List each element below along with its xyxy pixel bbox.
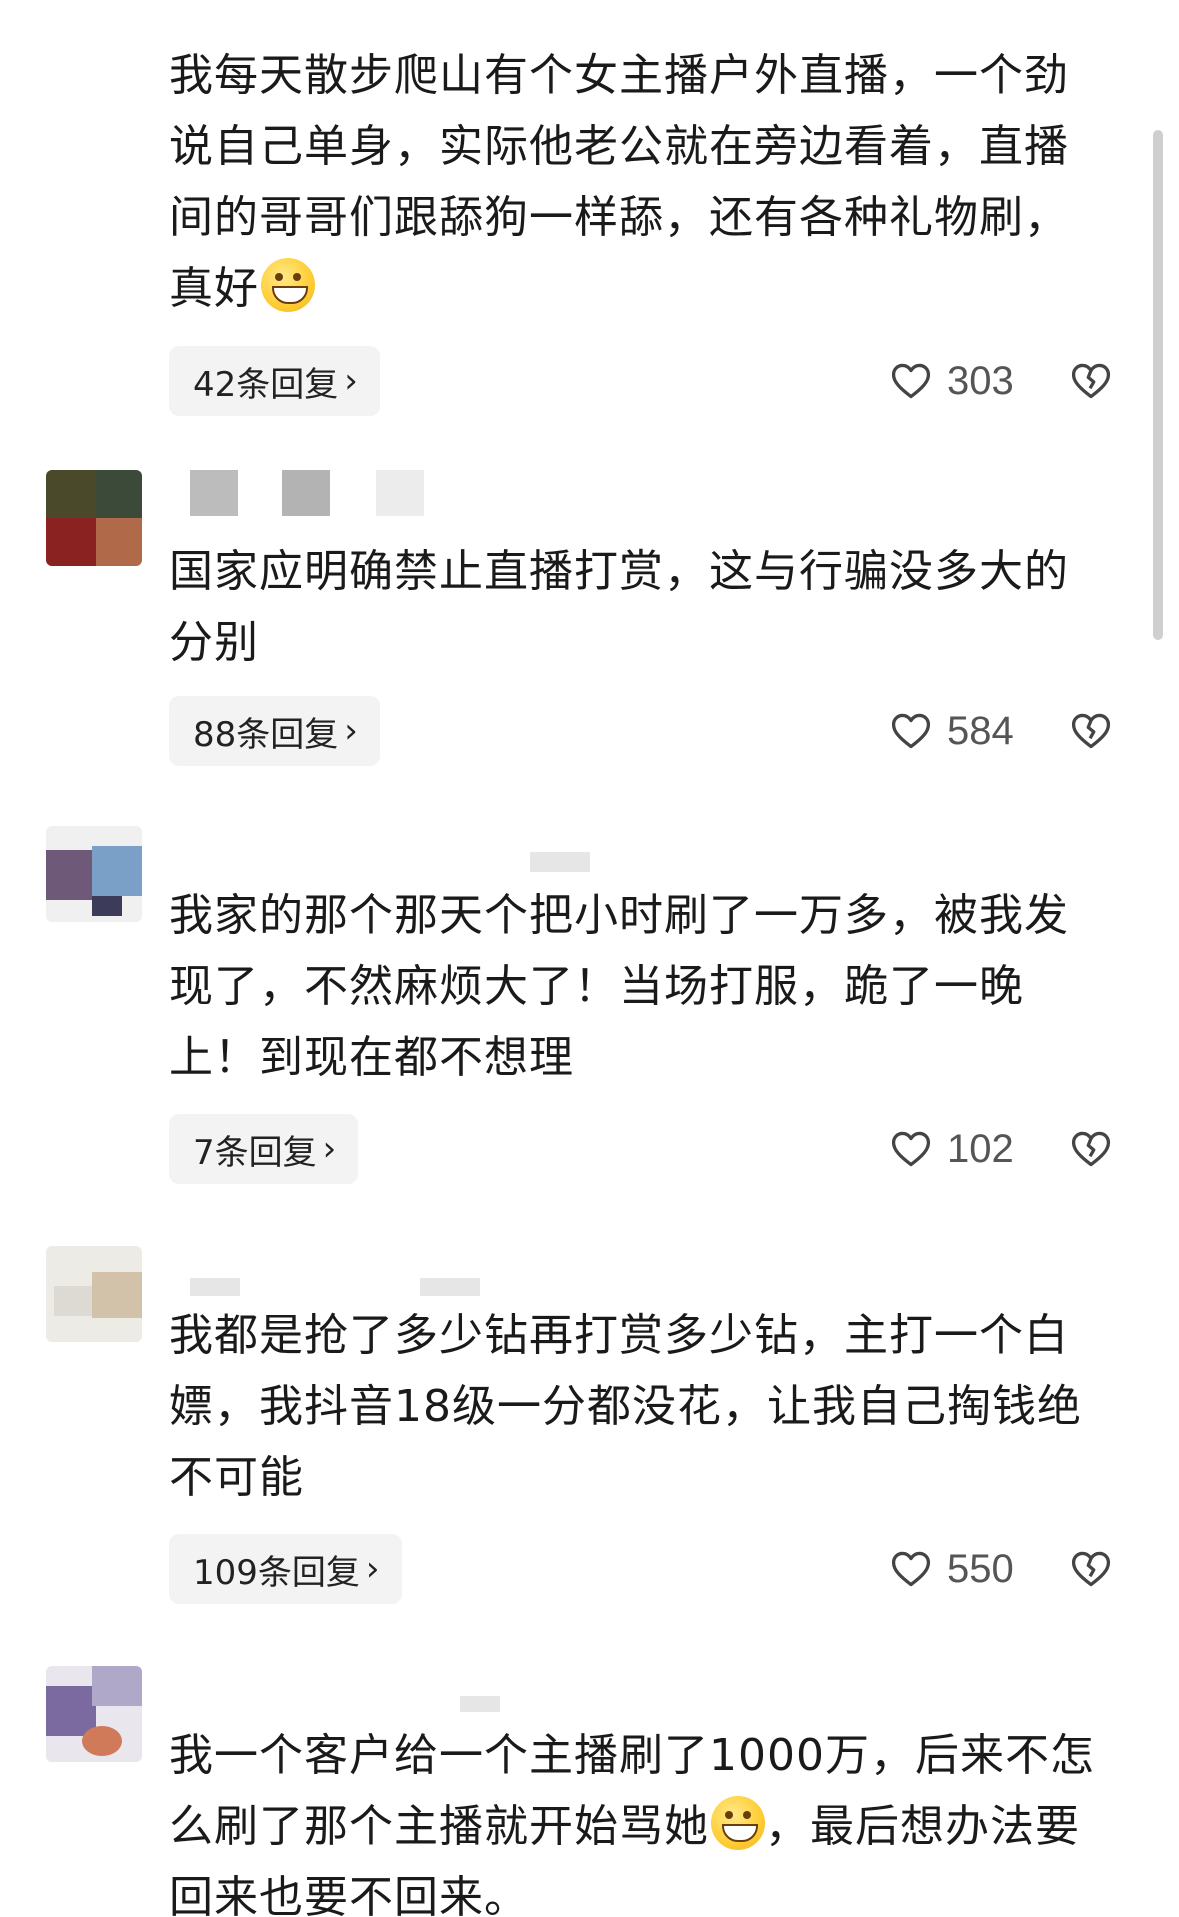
- chevron-right-icon: ›: [322, 1129, 337, 1169]
- dislike-button[interactable]: [1068, 1114, 1114, 1184]
- broken-heart-icon: [1071, 1551, 1111, 1587]
- reply-count-label: 42条回复: [193, 364, 339, 405]
- heart-outline-icon: [891, 713, 931, 749]
- view-replies-button[interactable]: 42条回复 ›: [169, 346, 380, 416]
- avatar[interactable]: [46, 470, 142, 566]
- chevron-right-icon: ›: [365, 1549, 380, 1589]
- scrollbar[interactable]: [1153, 130, 1163, 640]
- avatar[interactable]: [46, 1246, 142, 1342]
- avatar[interactable]: [46, 1666, 142, 1762]
- view-replies-button[interactable]: 7条回复 ›: [169, 1114, 359, 1184]
- dislike-button[interactable]: [1068, 696, 1114, 766]
- comment-text: 国家应明确禁止直播打赏，这与行骗没多大的分别: [169, 546, 1069, 668]
- like-button[interactable]: 102: [889, 1114, 1014, 1184]
- like-count: 550: [947, 1546, 1014, 1591]
- heart-outline-icon: [891, 363, 931, 399]
- chevron-right-icon: ›: [344, 711, 358, 751]
- grinning-face-emoji-icon: [261, 258, 315, 312]
- comment-text: 我每天散步爬山有个女主播户外直播，一个劲说自己单身，实际他老公就在旁边看着，直播…: [169, 40, 1099, 324]
- broken-heart-icon: [1071, 1131, 1111, 1167]
- broken-heart-icon: [1071, 363, 1111, 399]
- like-button[interactable]: 584: [889, 696, 1014, 766]
- heart-outline-icon: [891, 1551, 931, 1587]
- comment-feed[interactable]: 我每天散步爬山有个女主播户外直播，一个劲说自己单身，实际他老公就在旁边看着，直播…: [0, 0, 1179, 1917]
- avatar[interactable]: [46, 826, 142, 922]
- username[interactable]: [170, 470, 430, 520]
- comment-text: 我一个客户给一个主播刷了1000万，后来不怎么刷了那个主播就开始骂她 ，最后想办法…: [169, 1720, 1099, 1917]
- view-replies-button[interactable]: 109条回复 ›: [169, 1534, 402, 1604]
- view-replies-button[interactable]: 88条回复 ›: [169, 696, 380, 766]
- comment-text: 我都是抢了多少钻再打赏多少钻，主打一个白嫖，我抖音18级一分都没花，让我自己掏钱…: [169, 1310, 1082, 1503]
- dislike-button[interactable]: [1068, 1534, 1114, 1604]
- like-button[interactable]: 303: [889, 346, 1014, 416]
- broken-heart-icon: [1071, 713, 1111, 749]
- chevron-right-icon: ›: [344, 361, 358, 401]
- like-button[interactable]: 550: [889, 1534, 1014, 1604]
- reply-count-label: 88条回复: [193, 714, 339, 755]
- reply-count-label: 7条回复: [193, 1132, 317, 1173]
- comment-text: 我家的那个那天个把小时刷了一万多，被我发现了，不然麻烦大了！当场打服，跪了一晚上…: [169, 890, 1069, 1083]
- like-count: 102: [947, 1126, 1014, 1171]
- laughing-face-emoji-icon: [711, 1796, 765, 1850]
- reply-count-label: 109条回复: [193, 1552, 360, 1593]
- username[interactable]: [170, 1676, 500, 1726]
- like-count: 303: [947, 358, 1014, 403]
- like-count: 584: [947, 708, 1014, 753]
- dislike-button[interactable]: [1068, 346, 1114, 416]
- heart-outline-icon: [891, 1131, 931, 1167]
